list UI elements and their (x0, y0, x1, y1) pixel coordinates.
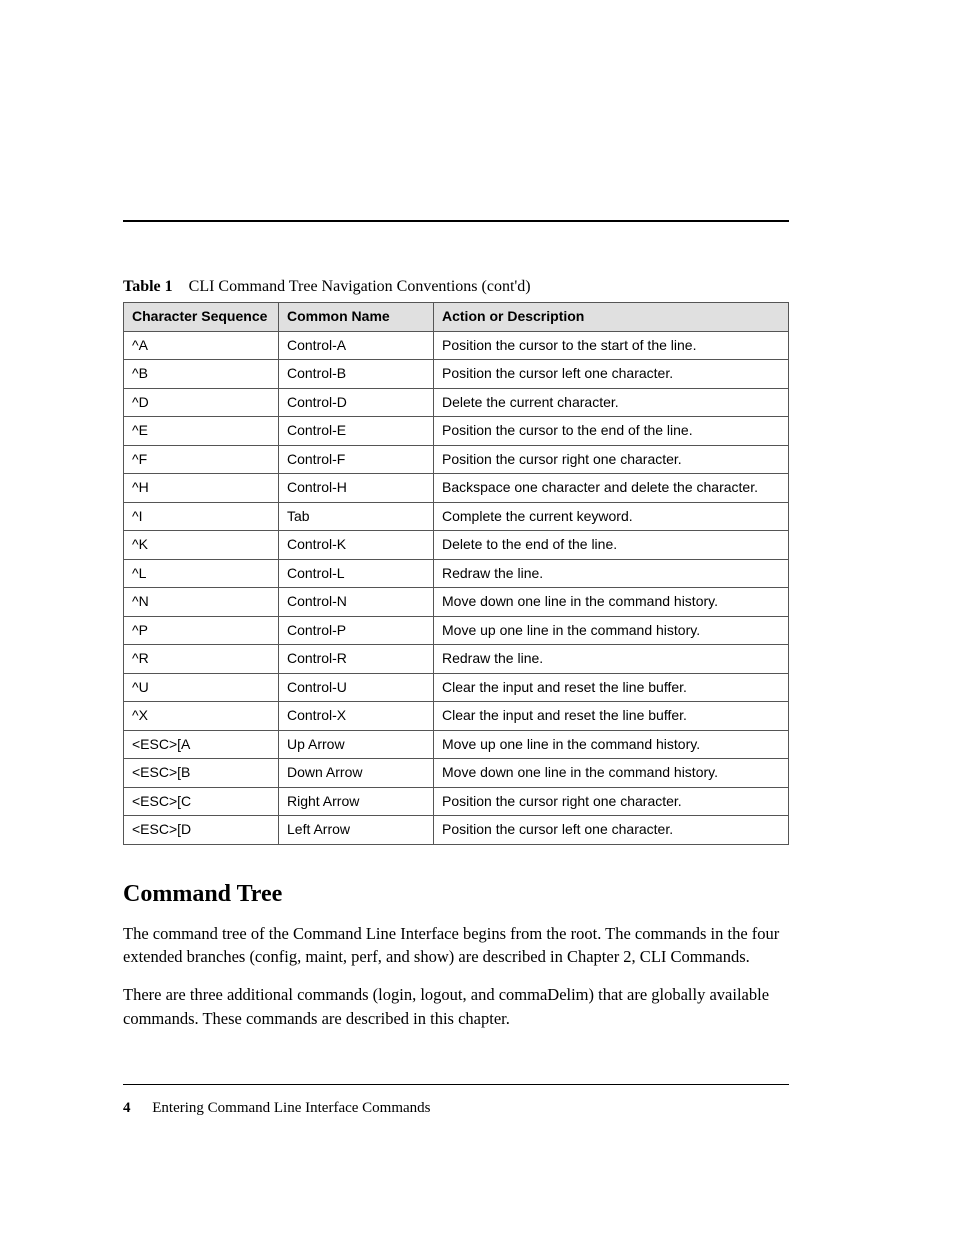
table-cell-desc: Move down one line in the command histor… (434, 588, 789, 617)
table-cell-desc: Backspace one character and delete the c… (434, 474, 789, 503)
table-row: ^EControl-EPosition the cursor to the en… (124, 417, 789, 446)
page-footer: 4 Entering Command Line Interface Comman… (123, 1100, 789, 1117)
table-caption-title: CLI Command Tree Navigation Conventions … (189, 278, 531, 295)
table-row: ^NControl-NMove down one line in the com… (124, 588, 789, 617)
table-row: ^XControl-XClear the input and reset the… (124, 702, 789, 731)
table-cell-name: Control-A (279, 331, 434, 360)
table-cell-name: Control-L (279, 559, 434, 588)
col-header-description: Action or Description (434, 303, 789, 332)
table-row: ^LControl-LRedraw the line. (124, 559, 789, 588)
table-row: ^BControl-BPosition the cursor left one … (124, 360, 789, 389)
table-cell-name: Down Arrow (279, 759, 434, 788)
table-cell-seq: <ESC>[C (124, 787, 279, 816)
table-cell-name: Control-F (279, 445, 434, 474)
table-row: ^KControl-KDelete to the end of the line… (124, 531, 789, 560)
table-cell-desc: Move down one line in the command histor… (434, 759, 789, 788)
col-header-name: Common Name (279, 303, 434, 332)
table-cell-seq: ^A (124, 331, 279, 360)
table-cell-name: Control-X (279, 702, 434, 731)
table-cell-desc: Clear the input and reset the line buffe… (434, 702, 789, 731)
footer-title: Entering Command Line Interface Commands (152, 1100, 430, 1116)
table-cell-desc: Delete the current character. (434, 388, 789, 417)
table-row: ^DControl-DDelete the current character. (124, 388, 789, 417)
table-cell-desc: Position the cursor right one character. (434, 445, 789, 474)
table-cell-name: Control-D (279, 388, 434, 417)
section-para-2: There are three additional commands (log… (123, 983, 789, 1031)
navigation-conventions-table: Character Sequence Common Name Action or… (123, 302, 789, 845)
table-cell-seq: ^X (124, 702, 279, 731)
table-row: <ESC>[AUp ArrowMove up one line in the c… (124, 730, 789, 759)
table-cell-seq: ^E (124, 417, 279, 446)
table-cell-seq: ^F (124, 445, 279, 474)
table-cell-desc: Redraw the line. (434, 645, 789, 674)
table-row: ^FControl-FPosition the cursor right one… (124, 445, 789, 474)
table-cell-seq: <ESC>[A (124, 730, 279, 759)
table-row: <ESC>[CRight ArrowPosition the cursor ri… (124, 787, 789, 816)
content: Table 1 CLI Command Tree Navigation Conv… (123, 278, 789, 1045)
table-cell-desc: Position the cursor left one character. (434, 360, 789, 389)
table-cell-seq: ^B (124, 360, 279, 389)
table-cell-desc: Complete the current keyword. (434, 502, 789, 531)
table-row: <ESC>[BDown ArrowMove down one line in t… (124, 759, 789, 788)
table-cell-seq: ^P (124, 616, 279, 645)
table-cell-seq: ^H (124, 474, 279, 503)
table-cell-seq: ^D (124, 388, 279, 417)
table-cell-seq: ^N (124, 588, 279, 617)
table-cell-seq: ^R (124, 645, 279, 674)
table-cell-desc: Redraw the line. (434, 559, 789, 588)
top-rule (123, 220, 789, 222)
table-row: ^UControl-UClear the input and reset the… (124, 673, 789, 702)
table-row: ^RControl-RRedraw the line. (124, 645, 789, 674)
table-row: ^PControl-PMove up one line in the comma… (124, 616, 789, 645)
table-cell-name: Up Arrow (279, 730, 434, 759)
footer-rule (123, 1084, 789, 1085)
table-cell-desc: Position the cursor to the start of the … (434, 331, 789, 360)
table-caption: Table 1 CLI Command Tree Navigation Conv… (123, 278, 789, 296)
table-cell-name: Control-R (279, 645, 434, 674)
table-cell-name: Control-K (279, 531, 434, 560)
table-cell-seq: <ESC>[B (124, 759, 279, 788)
table-cell-name: Control-N (279, 588, 434, 617)
table-cell-name: Control-B (279, 360, 434, 389)
table-cell-seq: ^I (124, 502, 279, 531)
col-header-sequence: Character Sequence (124, 303, 279, 332)
table-cell-desc: Clear the input and reset the line buffe… (434, 673, 789, 702)
table-cell-seq: ^L (124, 559, 279, 588)
table-cell-name: Left Arrow (279, 816, 434, 845)
table-cell-seq: <ESC>[D (124, 816, 279, 845)
table-cell-name: Control-H (279, 474, 434, 503)
table-row: ^AControl-APosition the cursor to the st… (124, 331, 789, 360)
table-cell-name: Control-P (279, 616, 434, 645)
page-number: 4 (123, 1100, 131, 1116)
table-row: <ESC>[DLeft ArrowPosition the cursor lef… (124, 816, 789, 845)
table-cell-desc: Delete to the end of the line. (434, 531, 789, 560)
table-cell-desc: Position the cursor to the end of the li… (434, 417, 789, 446)
table-row: ^ITabComplete the current keyword. (124, 502, 789, 531)
table-cell-seq: ^K (124, 531, 279, 560)
section-para-1: The command tree of the Command Line Int… (123, 922, 789, 970)
table-header-row: Character Sequence Common Name Action or… (124, 303, 789, 332)
table-caption-label: Table 1 (123, 278, 173, 295)
table-cell-desc: Position the cursor right one character. (434, 787, 789, 816)
table-row: ^HControl-HBackspace one character and d… (124, 474, 789, 503)
table-cell-name: Right Arrow (279, 787, 434, 816)
table-cell-name: Tab (279, 502, 434, 531)
table-cell-desc: Move up one line in the command history. (434, 730, 789, 759)
page: Table 1 CLI Command Tree Navigation Conv… (0, 0, 954, 1235)
section-heading: Command Tree (123, 881, 789, 908)
table-cell-desc: Position the cursor left one character. (434, 816, 789, 845)
table-cell-desc: Move up one line in the command history. (434, 616, 789, 645)
table-cell-name: Control-U (279, 673, 434, 702)
table-cell-seq: ^U (124, 673, 279, 702)
table-cell-name: Control-E (279, 417, 434, 446)
